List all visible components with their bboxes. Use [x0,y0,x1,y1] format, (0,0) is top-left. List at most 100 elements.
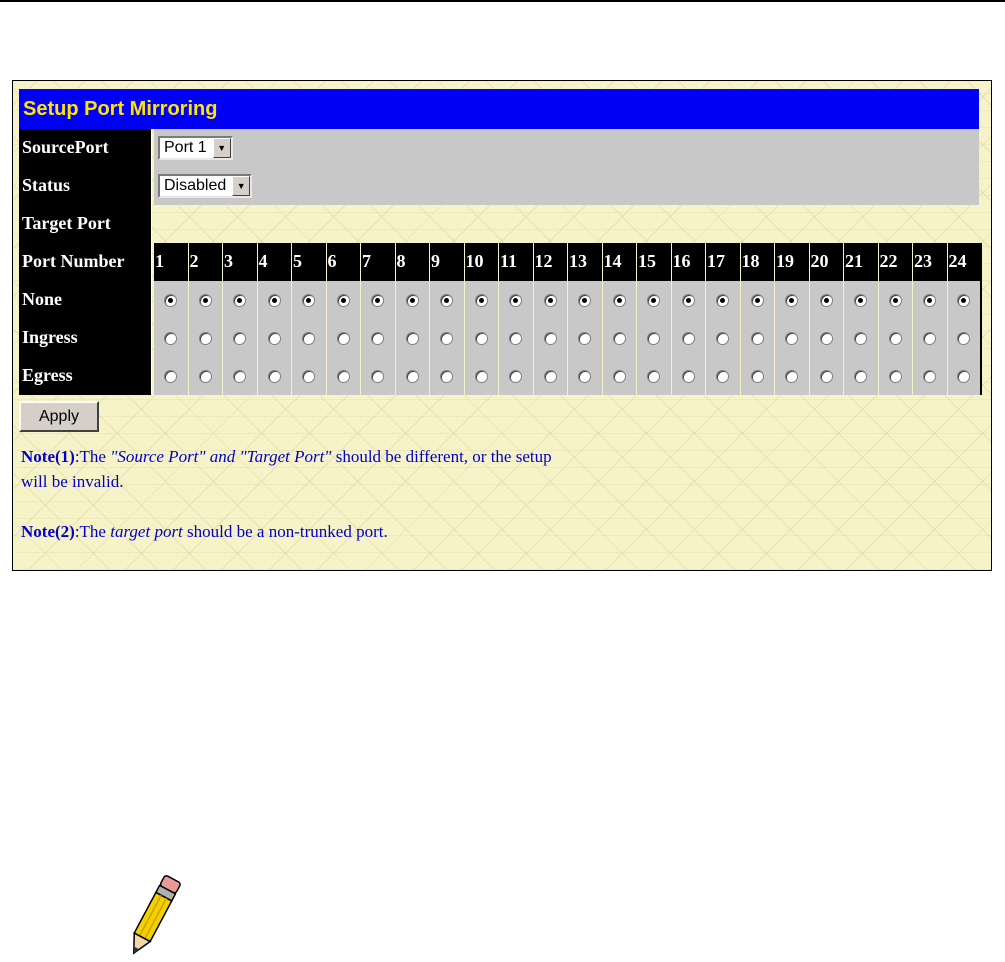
radio-egress-port-5[interactable] [302,369,316,383]
radio-egress-port-22[interactable] [888,369,902,383]
radio-none-port-15[interactable] [647,293,661,307]
radio-ingress-port-12[interactable] [543,331,557,345]
radio-none-port-3[interactable] [233,293,247,307]
radio-ingress-port-7[interactable] [371,331,385,345]
note-2: Note(2):The target port should be a non-… [21,519,979,544]
radio-cell [809,357,844,395]
radio-cell [464,281,499,319]
radio-cell [775,319,810,357]
radio-egress-port-23[interactable] [923,369,937,383]
radio-ingress-port-3[interactable] [233,331,247,345]
radio-egress-port-21[interactable] [854,369,868,383]
radio-none-port-2[interactable] [198,293,212,307]
radio-none-port-14[interactable] [612,293,626,307]
radio-none-port-24[interactable] [957,293,971,307]
radio-egress-port-20[interactable] [819,369,833,383]
radio-egress-port-17[interactable] [716,369,730,383]
radio-cell [292,357,327,395]
radio-egress-port-16[interactable] [681,369,695,383]
radio-egress-port-3[interactable] [233,369,247,383]
port-number-16: 16 [671,243,706,281]
radio-none-port-6[interactable] [336,293,350,307]
chevron-down-icon[interactable]: ▼ [212,138,231,158]
radio-none-port-11[interactable] [509,293,523,307]
radio-egress-port-19[interactable] [785,369,799,383]
radio-cell [947,319,982,357]
radio-ingress-port-19[interactable] [785,331,799,345]
radio-none-port-22[interactable] [888,293,902,307]
radio-none-port-4[interactable] [267,293,281,307]
radio-ingress-port-8[interactable] [405,331,419,345]
radio-cell [257,281,292,319]
source-port-select[interactable]: Port 1 ▼ [158,136,233,160]
radio-none-port-10[interactable] [474,293,488,307]
radio-ingress-port-17[interactable] [716,331,730,345]
port-number-5: 5 [292,243,327,281]
radio-ingress-port-13[interactable] [578,331,592,345]
apply-button[interactable]: Apply [19,401,99,432]
radio-cell [326,281,361,319]
note-1-emphasis: "Source Port" and "Target Port" [110,447,332,466]
radio-ingress-port-6[interactable] [336,331,350,345]
radio-ingress-port-10[interactable] [474,331,488,345]
radio-egress-port-24[interactable] [957,369,971,383]
radio-egress-port-12[interactable] [543,369,557,383]
radio-egress-port-18[interactable] [750,369,764,383]
radio-none-port-23[interactable] [923,293,937,307]
radio-ingress-port-4[interactable] [267,331,281,345]
radio-egress-port-2[interactable] [198,369,212,383]
radio-none-port-12[interactable] [543,293,557,307]
radio-none-port-17[interactable] [716,293,730,307]
note-2-prefix: Note(2) [21,522,75,541]
radio-ingress-port-9[interactable] [440,331,454,345]
radio-none-port-19[interactable] [785,293,799,307]
radio-egress-port-7[interactable] [371,369,385,383]
radio-ingress-port-14[interactable] [612,331,626,345]
radio-egress-port-11[interactable] [509,369,523,383]
port-number-header-row: Port Number 1 2 3 4 5 6 7 8 9 10 11 12 13 14 15 16 17 18 1… [19,243,982,281]
port-number-8: 8 [395,243,430,281]
radio-cell [533,281,568,319]
radio-egress-port-14[interactable] [612,369,626,383]
chevron-down-icon[interactable]: ▼ [232,176,251,196]
radio-ingress-port-18[interactable] [750,331,764,345]
radio-cell [602,357,637,395]
radio-ingress-port-1[interactable] [164,331,178,345]
radio-egress-port-6[interactable] [336,369,350,383]
radio-egress-port-1[interactable] [164,369,178,383]
radio-egress-port-9[interactable] [440,369,454,383]
radio-none-port-8[interactable] [405,293,419,307]
radio-ingress-port-22[interactable] [888,331,902,345]
status-label: Status [19,167,152,205]
port-number-11: 11 [499,243,534,281]
radio-egress-port-4[interactable] [267,369,281,383]
radio-none-port-5[interactable] [302,293,316,307]
radio-none-port-7[interactable] [371,293,385,307]
radio-egress-port-8[interactable] [405,369,419,383]
port-number-18: 18 [740,243,775,281]
radio-egress-port-15[interactable] [647,369,661,383]
radio-cell [430,281,465,319]
radio-ingress-port-20[interactable] [819,331,833,345]
radio-ingress-port-21[interactable] [854,331,868,345]
radio-none-port-9[interactable] [440,293,454,307]
radio-ingress-port-11[interactable] [509,331,523,345]
radio-none-port-13[interactable] [578,293,592,307]
radio-none-port-16[interactable] [681,293,695,307]
radio-cell [740,357,775,395]
status-select[interactable]: Disabled ▼ [158,174,253,198]
radio-none-port-21[interactable] [854,293,868,307]
radio-ingress-port-23[interactable] [923,331,937,345]
radio-none-port-1[interactable] [164,293,178,307]
radio-egress-port-13[interactable] [578,369,592,383]
radio-ingress-port-5[interactable] [302,331,316,345]
radio-none-port-18[interactable] [750,293,764,307]
port-number-17: 17 [706,243,741,281]
radio-none-port-20[interactable] [819,293,833,307]
radio-ingress-port-16[interactable] [681,331,695,345]
radio-ingress-port-24[interactable] [957,331,971,345]
radio-ingress-port-15[interactable] [647,331,661,345]
radio-egress-port-10[interactable] [474,369,488,383]
radio-cell [430,357,465,395]
radio-ingress-port-2[interactable] [198,331,212,345]
